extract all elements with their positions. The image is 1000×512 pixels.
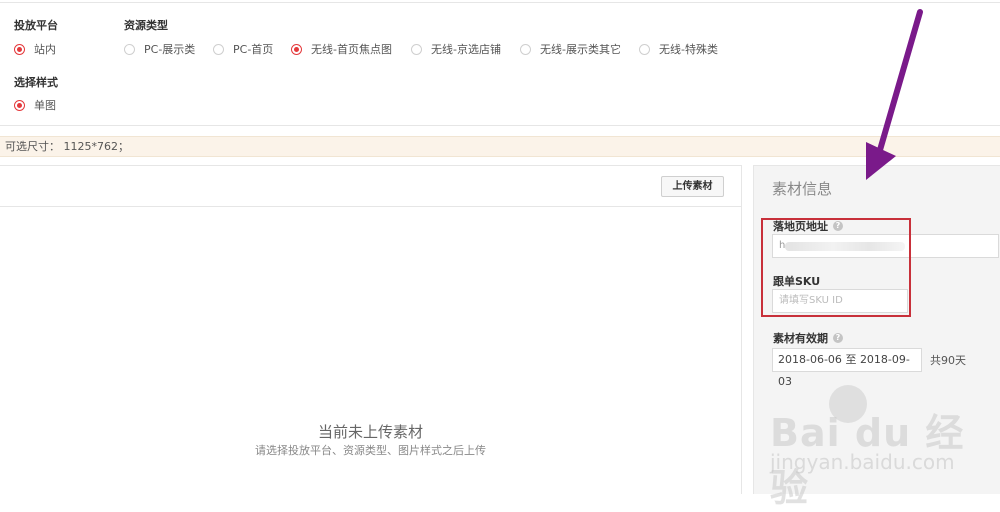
watermark-url: jingyan.baidu.com — [770, 450, 955, 474]
